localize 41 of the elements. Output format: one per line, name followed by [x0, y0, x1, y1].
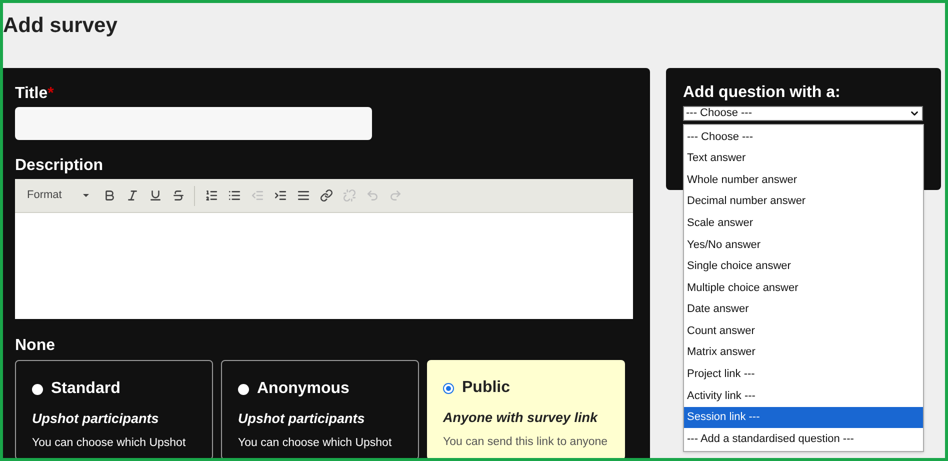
dropdown-option[interactable]: Date answer	[684, 298, 923, 320]
field-label: Title	[15, 86, 48, 102]
survey-type-subtitle: Anyone with survey link	[443, 409, 598, 427]
survey-type-card[interactable]: Public Anyone with survey link You can send this link to anyone	[427, 360, 625, 458]
survey-type-description: You can choose which Upshot	[32, 436, 186, 452]
survey-type-subtitle: Upshot participants	[32, 410, 159, 428]
survey-type-description: You can choose which Upshot	[238, 436, 392, 452]
radio-button[interactable]	[32, 384, 43, 394]
dropdown-option[interactable]: Count answer	[684, 320, 923, 342]
question-type-select[interactable]: --- Choose ---	[683, 106, 923, 121]
survey-type-card[interactable]: Anonymous Upshot participants You can choose which Upshot	[221, 360, 419, 458]
survey-type-name: Anonymous	[257, 379, 350, 399]
dropdown-option[interactable]: Session link ---	[684, 406, 923, 428]
format-dropdown[interactable]: Format	[19, 187, 97, 204]
dropdown-option[interactable]: Matrix answer	[684, 342, 923, 364]
field-label: Description	[15, 158, 104, 174]
survey-type-description: You can send this link to anyone	[443, 435, 608, 450]
dropdown-option[interactable]: Project link ---	[684, 364, 923, 386]
dropdown-option[interactable]: --- Add a standardised question ---	[684, 428, 923, 450]
section-label: None	[15, 338, 56, 354]
rich-text-editor[interactable]: Format	[15, 179, 633, 319]
dropdown-option[interactable]: Decimal number answer	[684, 190, 923, 212]
page-title: Add survey	[3, 15, 118, 39]
survey-type-name: Standard	[51, 379, 120, 399]
survey-type-name: Public	[462, 378, 510, 398]
dropdown-option[interactable]: Activity link ---	[684, 385, 923, 407]
title-input[interactable]	[15, 107, 372, 140]
dropdown-option[interactable]: Single choice answer	[684, 256, 923, 278]
dropdown-option[interactable]: Multiple choice answer	[684, 277, 923, 299]
dropdown-option[interactable]: Text answer	[684, 148, 923, 170]
dropdown-option[interactable]: Scale answer	[684, 212, 923, 234]
required-mark: *	[48, 86, 54, 102]
dropdown-option[interactable]: Whole number answer	[684, 169, 923, 191]
survey-type-subtitle: Upshot participants	[238, 410, 365, 428]
caret-icon	[83, 194, 89, 197]
radio-button[interactable]	[238, 384, 249, 394]
dropdown-option[interactable]: --- Choose ---	[684, 126, 923, 148]
dropdown-option[interactable]: Yes/No answer	[684, 234, 923, 256]
radio-button[interactable]	[443, 382, 454, 394]
survey-type-card[interactable]: Standard Upshot participants You can choose which Upshot	[15, 360, 213, 458]
panel-label: Add question with a:	[683, 85, 842, 101]
